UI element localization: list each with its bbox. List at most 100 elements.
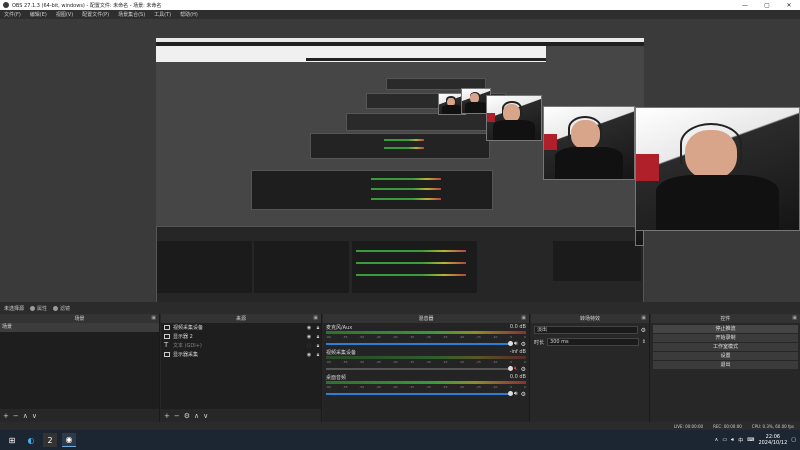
menu-help[interactable]: 帮助(H) <box>180 11 198 18</box>
controls-header: 控件 ▣ <box>651 314 800 323</box>
menu-file[interactable]: 文件(F) <box>4 11 21 18</box>
volume-slider[interactable] <box>326 341 513 346</box>
settings-button[interactable]: 设置 <box>653 352 798 360</box>
cpu-fps: CPU: 0.3%, 60.00 fps <box>751 423 794 429</box>
source-label: 视频采集设备 <box>173 325 204 331</box>
volume-slider[interactable] <box>326 391 513 396</box>
speaker-muted-icon[interactable]: 🔇︎ <box>514 365 518 373</box>
volume-slider[interactable] <box>326 366 513 371</box>
windows-start-icon[interactable]: ⊞ <box>5 433 19 447</box>
lock-icon[interactable]: 🔒︎ <box>315 334 321 340</box>
edge-icon[interactable]: ◐ <box>24 433 38 447</box>
menu-edit[interactable]: 编辑(E) <box>30 11 47 18</box>
menu-scene-collection[interactable]: 场景集合(S) <box>118 11 145 18</box>
eye-off-icon[interactable]: ◌ <box>306 343 312 349</box>
scene-item[interactable]: 场景 <box>0 323 159 332</box>
volume-meter <box>326 356 526 359</box>
network-icon[interactable]: ▭ <box>722 437 727 443</box>
volume-icon[interactable]: 🔊︎ <box>731 437 734 443</box>
volume-meter <box>326 331 526 334</box>
obs-icon[interactable]: ◉ <box>62 433 76 447</box>
eye-icon[interactable]: ◉ <box>306 352 312 358</box>
nested-controls <box>553 241 641 281</box>
undock-icon[interactable]: ▣ <box>521 315 526 321</box>
mixer-channel: 视频采集设备 -inf dB -60 -55 -50 -45 -40 -35 -30 -25 -2… <box>323 348 529 373</box>
sources-list[interactable]: 视频采集设备 ◉ 🔒︎ 显示器 2 ◉ 🔒︎ T 文本 (GDI+) ◌ 🔒︎ … <box>161 323 321 409</box>
lock-icon[interactable]: 🔒︎ <box>315 352 321 358</box>
gear-icon[interactable]: ⚙ <box>521 391 526 398</box>
slider-knob[interactable] <box>507 366 513 371</box>
nested-sources <box>254 241 349 293</box>
menu-profile[interactable]: 配置文件(P) <box>82 11 109 18</box>
properties-label: 属性 <box>37 305 48 312</box>
move-down-button[interactable]: ∨ <box>32 412 37 420</box>
move-up-button[interactable]: ∧ <box>23 412 28 420</box>
move-down-button[interactable]: ∨ <box>203 412 208 420</box>
channel-level: 0.0 dB <box>509 374 526 380</box>
slider-knob[interactable] <box>507 391 513 396</box>
channel-name: 桌面音频 <box>326 375 347 381</box>
sources-header: 来源 ▣ <box>161 314 321 323</box>
lock-icon[interactable]: 🔒︎ <box>315 325 321 331</box>
gear-icon[interactable]: ⚙ <box>521 366 526 373</box>
undock-icon[interactable]: ▣ <box>641 315 646 321</box>
dock-area: 场景 ▣ 场景 + − ∧ ∨ 来源 ▣ 视频采集设备 ◉ 🔒︎ 显示器 2 ◉… <box>0 314 800 422</box>
scenes-header: 场景 ▣ <box>0 314 159 323</box>
remove-source-button[interactable]: − <box>174 412 180 420</box>
eye-icon[interactable]: ◉ <box>306 325 312 331</box>
preview-canvas[interactable] <box>156 38 644 319</box>
chevron-up-icon[interactable]: ∧ <box>715 437 719 443</box>
controls-title: 控件 <box>720 316 731 322</box>
move-up-button[interactable]: ∧ <box>194 412 199 420</box>
live-time: LIVE: 00:00:00 <box>673 423 704 429</box>
exit-button[interactable]: 退出 <box>653 361 798 369</box>
source-item[interactable]: 显示器采集 ◉ 🔒︎ <box>161 350 321 359</box>
xiaomi-icon[interactable]: 2 <box>43 433 57 447</box>
nested-window-4 <box>310 133 490 159</box>
transition-settings-icon[interactable]: ⚙ <box>641 327 646 334</box>
duration-input[interactable]: 300 ms <box>547 338 639 346</box>
stop-streaming-button[interactable]: 停止推流 <box>653 325 798 333</box>
remove-scene-button[interactable]: − <box>13 412 19 420</box>
notification-icon[interactable]: ▢ <box>791 437 796 443</box>
source-item[interactable]: 视频采集设备 ◉ 🔒︎ <box>161 323 321 332</box>
eye-icon[interactable]: ◉ <box>306 334 312 340</box>
mixer-dock: 混音器 ▣ 麦克风/Aux 0.0 dB -60 -55 -50 -45 -40 -35 -3… <box>323 314 530 422</box>
speaker-icon[interactable]: 🔊︎ <box>514 340 518 348</box>
undock-icon[interactable]: ▣ <box>792 315 797 321</box>
filters-button[interactable]: 滤镜 <box>53 305 70 312</box>
gear-icon <box>30 305 36 311</box>
source-label: 文本 (GDI+) <box>173 343 202 349</box>
nested-meter-5 <box>371 198 441 200</box>
input-language[interactable]: 中 <box>738 437 743 444</box>
source-item[interactable]: T 文本 (GDI+) ◌ 🔒︎ <box>161 341 321 350</box>
stepper-icon[interactable]: ⇕ <box>642 339 646 345</box>
mixer-body: 麦克风/Aux 0.0 dB -60 -55 -50 -45 -40 -35 -30 -25 -2… <box>323 323 529 422</box>
keyboard-icon[interactable]: ⌨ <box>747 437 754 443</box>
slider-knob[interactable] <box>507 341 513 346</box>
menu-view[interactable]: 视图(V) <box>56 11 73 18</box>
preview-area[interactable] <box>0 19 800 319</box>
clock[interactable]: 22:06 2024/10/12 <box>758 434 787 446</box>
undock-icon[interactable]: ▣ <box>313 315 318 321</box>
gear-icon[interactable]: ⚙ <box>521 341 526 348</box>
add-source-button[interactable]: + <box>164 412 170 420</box>
undock-icon[interactable]: ▣ <box>151 315 156 321</box>
studio-mode-button[interactable]: 工作室模式 <box>653 343 798 351</box>
transition-select[interactable]: 淡出 <box>534 326 638 334</box>
maximize-button[interactable]: ▢ <box>756 0 778 10</box>
no-source-label: 未选择源 <box>4 305 25 312</box>
window-title: OBS 27.1.3 (64-bit, windows) - 配置文件: 未命名… <box>12 2 162 9</box>
start-recording-button[interactable]: 开始录制 <box>653 334 798 342</box>
lock-icon[interactable]: 🔒︎ <box>315 343 321 349</box>
menu-tools[interactable]: 工具(T) <box>154 11 171 18</box>
source-item[interactable]: 显示器 2 ◉ 🔒︎ <box>161 332 321 341</box>
properties-button[interactable]: 属性 <box>30 305 47 312</box>
scenes-list[interactable]: 场景 <box>0 323 159 409</box>
close-button[interactable]: ✕ <box>778 0 800 10</box>
speaker-icon[interactable]: 🔊︎ <box>514 390 518 398</box>
add-scene-button[interactable]: + <box>3 412 9 420</box>
source-properties-button[interactable]: ⚙ <box>184 412 190 420</box>
taskbar: ⊞ ◐ 2 ◉ ∧ ▭ 🔊︎ 中 ⌨ 22:06 2024/10/12 ▢ <box>0 430 800 450</box>
minimize-button[interactable]: — <box>734 0 756 10</box>
